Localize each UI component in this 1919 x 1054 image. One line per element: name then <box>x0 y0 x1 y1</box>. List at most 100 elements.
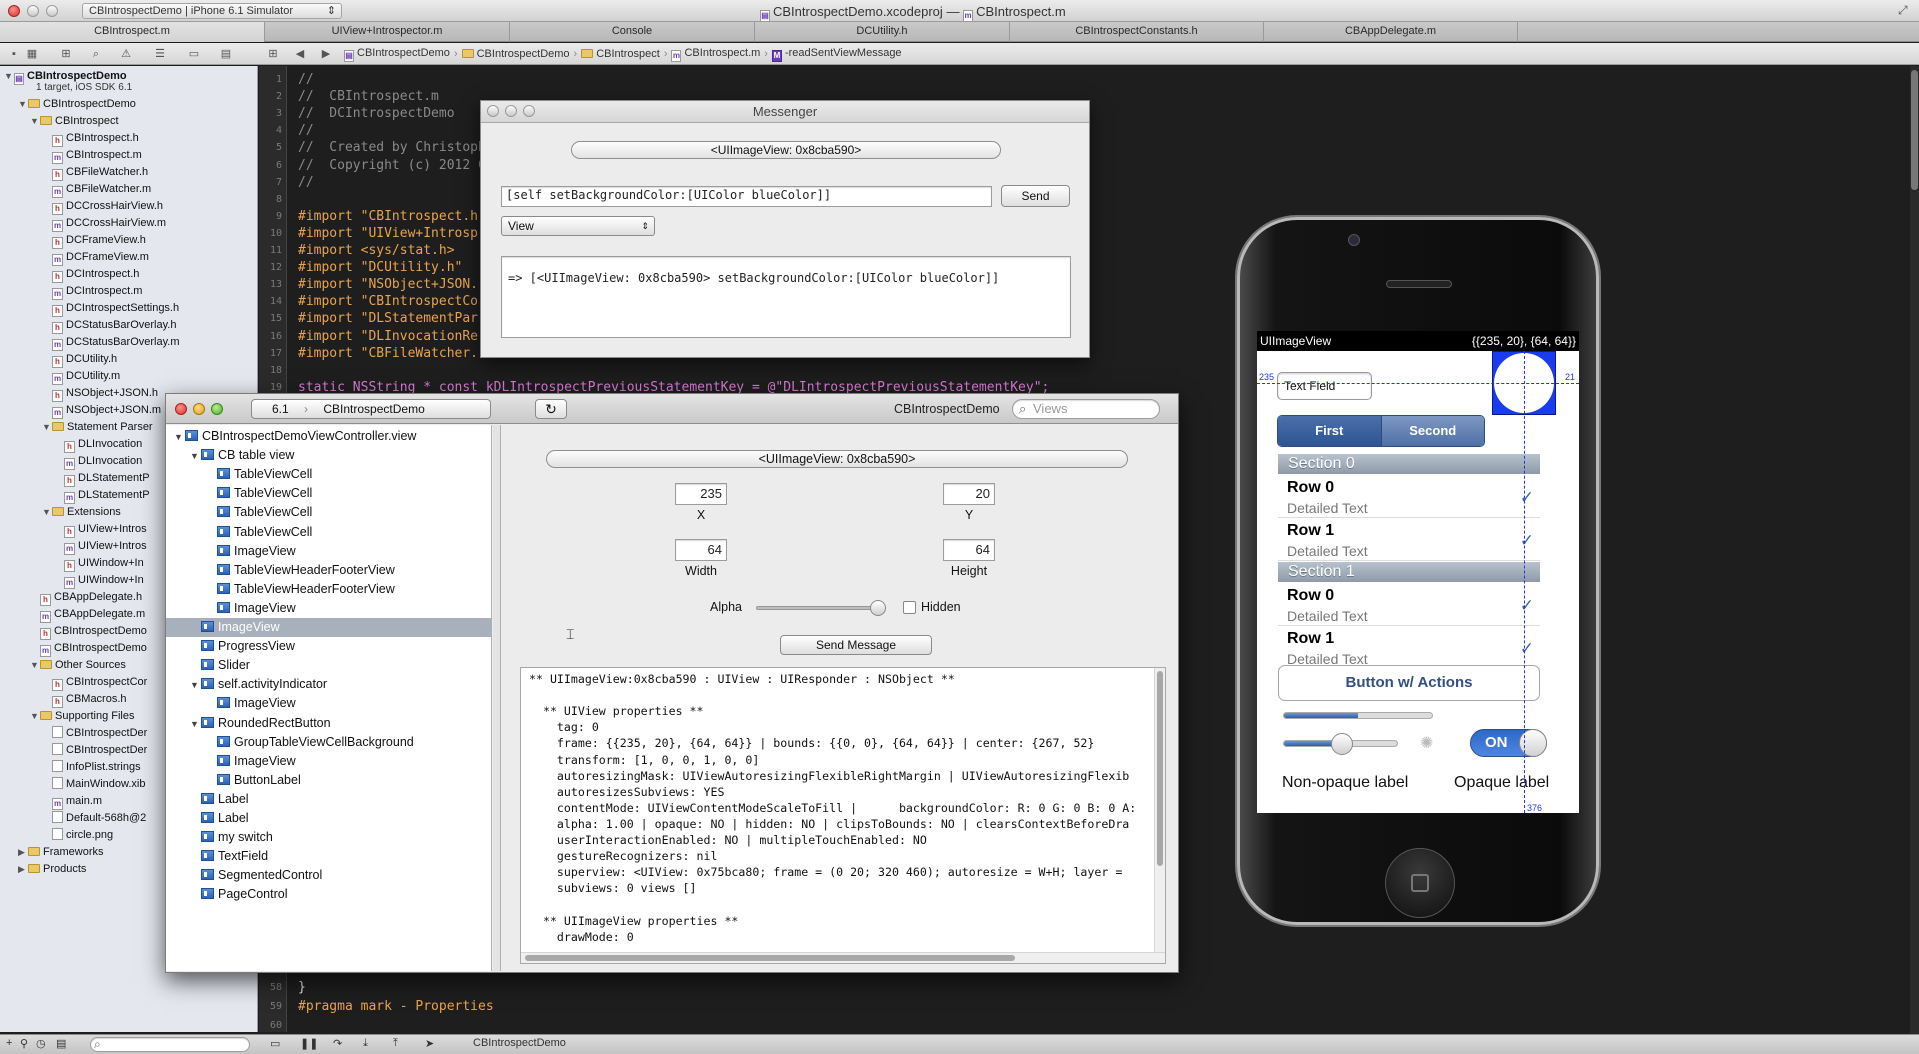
back-arrow-icon[interactable]: ◀ <box>292 46 308 62</box>
send-message-button[interactable]: Send Message <box>780 635 932 655</box>
navigator-item[interactable]: h UIView+Intros <box>54 521 147 538</box>
send-button[interactable]: Send <box>1001 185 1070 207</box>
view-tree-item[interactable]: TableViewCell <box>166 503 492 522</box>
close-window-button[interactable] <box>487 105 499 117</box>
description-h-thumb[interactable] <box>525 955 1015 961</box>
description-v-scrollbar[interactable] <box>1154 668 1165 963</box>
view-tree-item[interactable]: TableViewHeaderFooterView <box>166 561 492 580</box>
description-v-thumb[interactable] <box>1157 671 1163 866</box>
disclosure-triangle-icon[interactable]: ▼ <box>18 96 28 112</box>
sim-slider[interactable] <box>1283 733 1398 755</box>
sim-segmented-control[interactable]: First Second <box>1277 415 1485 447</box>
navigator-item[interactable]: h DCCrossHairView.h <box>42 198 163 215</box>
sim-table-cell[interactable]: Row 0 Detailed Text ✓ <box>1278 476 1540 518</box>
step-over-icon[interactable]: ↷ <box>333 1037 342 1050</box>
toggle-debug-area-icon[interactable]: ▭ <box>270 1037 280 1050</box>
navigator-item[interactable]: m CBIntrospectDemo <box>30 640 147 657</box>
view-tree-item[interactable]: ButtonLabel <box>166 771 492 790</box>
navigator-item[interactable]: h DCIntrospectSettings.h <box>42 300 179 317</box>
navigator-item[interactable]: ▼ CBIntrospect <box>30 113 119 129</box>
jumpbar-file[interactable]: m CBIntrospect.m <box>671 47 760 62</box>
view-tree-item[interactable]: TextField <box>166 847 492 866</box>
disclosure-triangle-icon[interactable]: ▼ <box>190 715 201 734</box>
forward-arrow-icon[interactable]: ▶ <box>318 46 334 62</box>
breakpoint-icon[interactable]: ▭ <box>186 46 202 62</box>
description-h-scrollbar[interactable] <box>521 952 1165 963</box>
zoom-window-button[interactable] <box>46 5 58 17</box>
tab-cbappdelegate[interactable]: CBAppDelegate.m <box>1264 22 1518 42</box>
tab-dcutility-h[interactable]: DCUtility.h <box>755 22 1010 42</box>
list-icon[interactable]: ☰ <box>152 46 168 62</box>
height-field[interactable]: 64 <box>943 539 995 561</box>
tab-cbintrospect-m[interactable]: CBIntrospect.m <box>0 22 265 42</box>
navigator-item[interactable]: h DCStatusBarOverlay.h <box>42 317 176 334</box>
sim-slider-knob[interactable] <box>1330 733 1353 755</box>
split-divider[interactable] <box>493 425 501 971</box>
jumpbar-group[interactable]: CBIntrospectDemo <box>461 48 570 60</box>
disclosure-triangle-icon[interactable]: ▼ <box>4 68 14 84</box>
hidden-checkbox[interactable] <box>903 601 916 614</box>
simulator-screen[interactable]: Text Field First Second Section 0 Row 0 De… <box>1257 331 1579 813</box>
navigator-item[interactable]: h DCIntrospect.h <box>42 266 139 283</box>
sim-text-field[interactable]: Text Field <box>1277 372 1372 400</box>
navigator-item[interactable]: circle.png <box>42 827 113 843</box>
disclosure-triangle-icon[interactable]: ▼ <box>190 447 201 466</box>
view-tree-item[interactable]: ▼ CB table view <box>166 446 492 465</box>
zoom-window-button[interactable] <box>523 105 535 117</box>
navigator-item[interactable]: h DLStatementP <box>54 470 150 487</box>
navigator-item[interactable]: m UIView+Intros <box>54 538 147 555</box>
view-tree-item[interactable]: Label <box>166 790 492 809</box>
view-tree-item[interactable]: TableViewCell <box>166 523 492 542</box>
minimize-window-button[interactable] <box>27 5 39 17</box>
disclosure-triangle-icon[interactable]: ▼ <box>42 419 52 435</box>
view-tree-item[interactable]: ImageView <box>166 618 492 637</box>
navigator-item[interactable]: ▶ Frameworks <box>18 844 104 860</box>
scheme-selector[interactable]: CBIntrospectDemo | iPhone 6.1 Simulator … <box>82 3 342 19</box>
disclosure-triangle-icon[interactable]: ▼ <box>190 676 201 695</box>
sim-segment-first[interactable]: First <box>1278 416 1381 446</box>
alpha-slider[interactable] <box>756 600 886 616</box>
view-tree-item[interactable]: GroupTableViewCellBackground <box>166 733 492 752</box>
command-input[interactable]: [self setBackgroundColor:[UIColor blueCo… <box>501 186 992 207</box>
navigator-item[interactable]: CBIntrospectDer <box>42 742 147 758</box>
view-tree-item[interactable]: PageControl <box>166 885 492 904</box>
view-tree-item[interactable]: ProgressView <box>166 637 492 656</box>
refresh-button[interactable]: ↻ <box>535 399 567 419</box>
navigator-item[interactable]: h CBFileWatcher.h <box>42 164 148 181</box>
navigator-item[interactable]: m CBFileWatcher.m <box>42 181 151 198</box>
tab-cbintrospectconstants[interactable]: CBIntrospectConstants.h <box>1010 22 1264 42</box>
navigator-item[interactable]: h CBIntrospectCor <box>42 674 147 691</box>
navigator-item[interactable]: h CBIntrospectDemo <box>30 623 147 640</box>
navigator-item[interactable]: h DCUtility.h <box>42 351 117 368</box>
y-field[interactable]: 20 <box>943 483 995 505</box>
sim-segment-second[interactable]: Second <box>1380 416 1484 446</box>
navigator-item[interactable]: m DLStatementP <box>54 487 150 504</box>
close-window-button[interactable] <box>175 403 187 415</box>
jumpbar-method[interactable]: M -readSentViewMessage <box>771 47 902 62</box>
navigator-item[interactable]: m DCCrossHairView.m <box>42 215 166 232</box>
x-field[interactable]: 235 <box>675 483 727 505</box>
view-tree-item[interactable]: Slider <box>166 656 492 675</box>
navigator-item[interactable]: h UIWindow+In <box>54 555 144 572</box>
navigator-item[interactable]: m DLInvocation <box>54 453 142 470</box>
navigator-item[interactable]: ▶ Products <box>18 861 86 877</box>
disclosure-triangle-icon[interactable]: ▼ <box>174 428 185 447</box>
navigator-item[interactable]: h DLInvocation <box>54 436 142 453</box>
disclosure-triangle-icon[interactable]: ▶ <box>18 844 28 860</box>
view-tree-item[interactable]: ImageView <box>166 542 492 561</box>
step-out-icon[interactable]: ⤒ <box>393 1037 398 1050</box>
navigator-item[interactable]: m NSObject+JSON.m <box>42 402 161 419</box>
tab-console[interactable]: Console <box>510 22 755 42</box>
view-tree-item[interactable]: my switch <box>166 828 492 847</box>
navigator-item[interactable]: Default-568h@2 <box>42 810 146 826</box>
filter-icon[interactable]: ⚲ <box>20 1037 28 1050</box>
navigator-item[interactable]: h NSObject+JSON.h <box>42 385 158 402</box>
fullscreen-icon[interactable]: ⤢ <box>1898 3 1908 18</box>
location-icon[interactable]: ➤ <box>425 1037 434 1050</box>
minimize-window-button[interactable] <box>193 403 205 415</box>
hierarchy-icon[interactable]: ⊞ <box>58 46 74 62</box>
view-tree-item[interactable]: ▼ self.activityIndicator <box>166 675 492 694</box>
related-files-icon[interactable]: ⊞ <box>265 46 281 62</box>
alpha-slider-knob[interactable] <box>870 600 886 616</box>
device-app-selector[interactable]: 6.1 › CBIntrospectDemo <box>251 399 491 419</box>
